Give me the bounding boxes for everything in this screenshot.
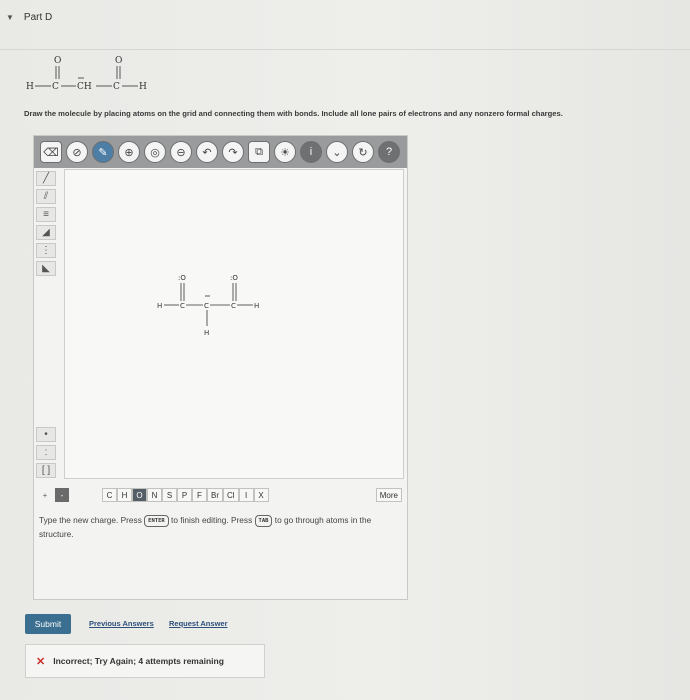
hint-text-1: Type the new charge. Press: [39, 515, 142, 525]
radical-icon[interactable]: •: [36, 427, 56, 442]
zoom-in-icon[interactable]: ⊕: [118, 141, 140, 163]
page: ▼ Part D O O H C CH C H Draw the molecul…: [0, 0, 690, 700]
submit-button[interactable]: Submit: [25, 614, 71, 634]
drawn-c-mid: C: [204, 302, 209, 310]
drawn-o-left: :O: [178, 274, 186, 282]
atom-button-cl[interactable]: Cl: [223, 488, 239, 502]
tool-sidebar: ╱ ⫽ ≡ ◢ ⋮ ◣ • : [ ]: [36, 169, 58, 481]
atom-button-o[interactable]: O: [132, 488, 147, 502]
divider: [0, 49, 690, 50]
atom-button-br[interactable]: Br: [207, 488, 223, 502]
drawing-canvas[interactable]: :O :O H C C C H H: [64, 169, 404, 479]
drawn-c-right: C: [231, 302, 236, 310]
chevron-down-icon[interactable]: ⌄: [326, 141, 348, 163]
enter-key-badge: ENTER: [144, 514, 169, 527]
formula-c-1: C: [52, 82, 59, 92]
charge-hint: Type the new charge. Press ENTER to fini…: [39, 513, 399, 541]
request-answer-link[interactable]: Request Answer: [169, 619, 228, 628]
atom-button-c[interactable]: C: [102, 488, 117, 502]
feedback-box: ✕ Incorrect; Try Again; 4 attempts remai…: [25, 644, 265, 678]
undo-icon[interactable]: ↶: [196, 141, 218, 163]
zoom-out-icon[interactable]: ⊖: [170, 141, 192, 163]
copy-icon[interactable]: ⧉: [248, 141, 270, 163]
reset-icon[interactable]: ↻: [352, 141, 374, 163]
lightbulb-icon[interactable]: ☀: [274, 141, 296, 163]
drawn-h-right: H: [254, 302, 259, 310]
formula-c-2: C: [113, 82, 120, 92]
atom-button-i[interactable]: I: [238, 488, 254, 502]
drawn-c-left: C: [180, 302, 185, 310]
triple-bond-icon[interactable]: ≡: [36, 207, 56, 222]
atom-buttons: C H O N S P F Br Cl I X: [102, 488, 269, 502]
x-icon: ✕: [36, 655, 46, 668]
redo-icon[interactable]: ↷: [222, 141, 244, 163]
atom-button-x[interactable]: X: [253, 488, 269, 502]
atom-button-f[interactable]: F: [192, 488, 207, 502]
atom-button-n[interactable]: N: [147, 488, 162, 502]
question-formula: O O H C CH C H: [26, 55, 166, 95]
formula-ch: CH: [77, 82, 92, 92]
double-bond-icon[interactable]: ⫽: [36, 189, 56, 204]
atom-button-s[interactable]: S: [162, 488, 177, 502]
atom-button-h[interactable]: H: [117, 488, 132, 502]
hash-bond-icon[interactable]: ◣: [36, 261, 56, 276]
drawn-h-bottom: H: [204, 329, 209, 337]
part-title: Part D: [23, 12, 53, 23]
formula-o-2: O: [115, 56, 122, 66]
clear-icon[interactable]: ⊘: [66, 141, 88, 163]
collapse-triangle-icon[interactable]: ▼: [6, 13, 14, 22]
formula-h-left: H: [26, 82, 34, 92]
info-icon[interactable]: i: [300, 141, 322, 163]
drawn-o-right: :O: [230, 274, 238, 282]
dash-bond-icon[interactable]: ⋮: [36, 243, 56, 258]
instructions: Draw the molecule by placing atoms on th…: [24, 109, 563, 118]
more-atoms-button[interactable]: More: [375, 488, 402, 502]
tab-key-badge: TAB: [254, 514, 273, 527]
part-header[interactable]: ▼ Part D: [6, 12, 52, 23]
single-bond-icon[interactable]: ╱: [36, 171, 56, 186]
previous-answers-link[interactable]: Previous Answers: [89, 619, 154, 628]
eraser-icon[interactable]: ⌫: [40, 141, 62, 163]
lone-pair-icon[interactable]: :: [36, 445, 56, 460]
wedge-bond-icon[interactable]: ◢: [36, 225, 56, 240]
minus-charge-button[interactable]: -: [55, 488, 69, 502]
atom-button-p[interactable]: P: [177, 488, 192, 502]
hint-text-2: to finish editing. Press: [171, 515, 253, 525]
atom-bar: + - C H O N S P F Br Cl I X More: [38, 486, 402, 504]
plus-charge-button[interactable]: +: [38, 488, 52, 502]
more-wrap: More: [375, 488, 402, 502]
help-icon[interactable]: ?: [378, 141, 400, 163]
pencil-icon[interactable]: ✎: [92, 141, 114, 163]
drawn-h-left: H: [157, 302, 162, 310]
editor-toolbar: ⌫ ⊘ ✎ ⊕ ◎ ⊖ ↶ ↷ ⧉ ☀ i ⌄ ↻ ?: [34, 136, 407, 168]
zoom-fit-icon[interactable]: ◎: [144, 141, 166, 163]
molecule-editor: ⌫ ⊘ ✎ ⊕ ◎ ⊖ ↶ ↷ ⧉ ☀ i ⌄ ↻ ? ╱ ⫽ ≡ ◢ ⋮ ◣ …: [33, 135, 408, 600]
bracket-icon[interactable]: [ ]: [36, 463, 56, 478]
formula-h-right: H: [139, 82, 147, 92]
formula-o-1: O: [54, 56, 61, 66]
feedback-message: Incorrect; Try Again; 4 attempts remaini…: [53, 656, 224, 666]
